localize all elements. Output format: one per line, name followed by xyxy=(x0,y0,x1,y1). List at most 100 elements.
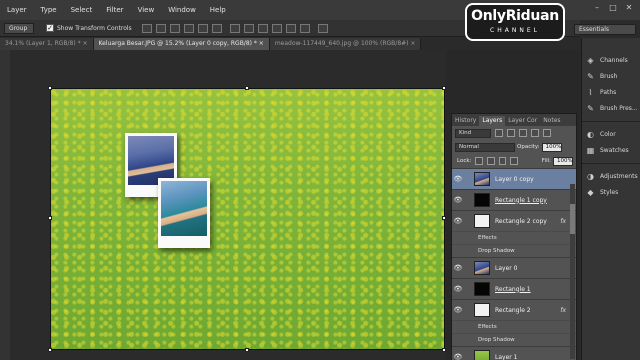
distribute-right-icon[interactable] xyxy=(299,23,310,33)
document-canvas[interactable] xyxy=(50,88,445,350)
opacity-input[interactable]: 100% xyxy=(541,142,562,152)
filter-type-icon[interactable] xyxy=(519,129,527,137)
tab-layers[interactable]: Layers xyxy=(479,116,506,126)
layer-name[interactable]: Layer 1 xyxy=(495,354,517,360)
menu-help[interactable]: Help xyxy=(203,0,233,20)
visibility-eye-icon[interactable]: 👁 xyxy=(452,353,464,360)
dock-paths[interactable]: ⌇ Paths xyxy=(582,84,640,100)
lock-transparent-icon[interactable] xyxy=(475,157,483,165)
layer-name[interactable]: Layer 0 copy xyxy=(495,176,534,183)
tab-document-active[interactable]: Keluarga Besar.JPG @ 15.2% (Layer 0 copy… xyxy=(93,38,270,50)
align-right-icon[interactable] xyxy=(211,23,222,33)
layer-thumbnail[interactable] xyxy=(474,261,490,275)
effects-group[interactable]: Effects xyxy=(452,231,576,244)
lock-position-icon[interactable] xyxy=(498,157,507,165)
align-left-icon[interactable] xyxy=(183,23,194,33)
menu-window[interactable]: Window xyxy=(161,0,203,20)
visibility-eye-icon[interactable]: 👁 xyxy=(452,196,464,204)
dock-color[interactable]: ◐ Color xyxy=(582,126,640,142)
close-icon[interactable]: ✕ xyxy=(622,2,636,14)
panel-dock: ◈ Channels ✎ Brush ⌇ Paths ✎ Brush Pres... ◐… xyxy=(581,38,640,360)
layer-row[interactable]: 👁 Layer 1 xyxy=(452,346,576,360)
transform-handle[interactable] xyxy=(245,348,249,352)
layer-row[interactable]: 👁 Rectangle 1 xyxy=(452,278,576,299)
auto-select-dropdown[interactable]: Group xyxy=(4,22,34,34)
tab-history[interactable]: History xyxy=(452,116,479,126)
distribute-middle-icon[interactable] xyxy=(243,23,254,33)
distribute-left-icon[interactable] xyxy=(271,23,282,33)
maximize-icon[interactable]: □ xyxy=(606,2,620,14)
dock-channels[interactable]: ◈ Channels xyxy=(582,52,640,68)
dock-label: Adjustments xyxy=(600,172,638,180)
layer-thumbnail[interactable] xyxy=(474,282,490,296)
layer-row[interactable]: 👁 Rectangle 2 fx xyxy=(452,299,576,320)
auto-align-icon[interactable] xyxy=(317,23,328,33)
layer-thumbnail[interactable] xyxy=(474,172,490,186)
align-middle-icon[interactable] xyxy=(155,23,166,33)
fill-input[interactable]: 100% xyxy=(552,156,573,166)
scrollbar-thumb[interactable] xyxy=(570,204,575,234)
distribute-bottom-icon[interactable] xyxy=(257,23,268,33)
align-bottom-icon[interactable] xyxy=(169,23,180,33)
transform-handle[interactable] xyxy=(48,86,52,90)
visibility-eye-icon[interactable]: 👁 xyxy=(452,306,464,314)
filter-kind-dropdown[interactable]: Kind xyxy=(455,128,491,138)
align-top-icon[interactable] xyxy=(141,23,152,33)
layer-name[interactable]: Rectangle 1 xyxy=(495,286,531,293)
photo-frame-front[interactable] xyxy=(158,178,210,248)
layers-scrollbar[interactable] xyxy=(570,184,575,359)
filter-smart-object-icon[interactable] xyxy=(543,129,551,137)
tab-notes[interactable]: Notes xyxy=(540,116,563,126)
layer-name[interactable]: Layer 0 xyxy=(495,265,517,272)
drop-shadow-effect[interactable]: Drop Shadow xyxy=(452,333,576,346)
lock-all-icon[interactable] xyxy=(510,157,518,165)
tab-document-3[interactable]: meadow-117449_640.jpg @ 100% (RGB/8#) × xyxy=(269,38,422,50)
dock-brush[interactable]: ✎ Brush xyxy=(582,68,640,84)
visibility-eye-icon[interactable]: 👁 xyxy=(452,264,464,272)
layer-thumbnail[interactable] xyxy=(474,193,490,207)
filter-adjustment-icon[interactable] xyxy=(507,129,515,137)
filter-pixel-icon[interactable] xyxy=(495,129,503,137)
filter-shape-icon[interactable] xyxy=(531,129,539,137)
dock-styles[interactable]: ◆ Styles xyxy=(582,184,640,200)
visibility-eye-icon[interactable]: 👁 xyxy=(452,217,464,225)
layer-effects-badge[interactable]: fx xyxy=(560,218,566,225)
layer-thumbnail[interactable] xyxy=(474,303,490,317)
menu-layer[interactable]: Layer xyxy=(0,0,34,20)
layer-name[interactable]: Rectangle 2 copy xyxy=(495,218,547,225)
layer-name[interactable]: Rectangle 2 xyxy=(495,307,531,314)
distribute-center-icon[interactable] xyxy=(285,23,296,33)
menu-select[interactable]: Select xyxy=(64,0,100,20)
dock-swatches[interactable]: ▦ Swatches xyxy=(582,142,640,158)
transform-handle[interactable] xyxy=(48,216,52,220)
visibility-eye-icon[interactable]: 👁 xyxy=(452,175,464,183)
align-center-icon[interactable] xyxy=(197,23,208,33)
dock-adjustments[interactable]: ◑ Adjustments xyxy=(582,168,640,184)
layer-effects-badge[interactable]: fx xyxy=(560,307,566,314)
menu-filter[interactable]: Filter xyxy=(99,0,130,20)
visibility-eye-icon[interactable]: 👁 xyxy=(452,285,464,293)
distribute-top-icon[interactable] xyxy=(229,23,240,33)
drop-shadow-effect[interactable]: Drop Shadow xyxy=(452,244,576,257)
layer-row[interactable]: 👁 Layer 0 copy xyxy=(452,168,576,189)
tab-layer-comps[interactable]: Layer Cor xyxy=(505,116,540,126)
dock-divider xyxy=(582,158,640,164)
dock-brush-presets[interactable]: ✎ Brush Pres... xyxy=(582,100,640,116)
transform-handle[interactable] xyxy=(48,348,52,352)
layer-thumbnail[interactable] xyxy=(474,214,490,228)
layer-row[interactable]: 👁 Rectangle 1 copy xyxy=(452,189,576,210)
layer-row[interactable]: 👁 Layer 0 xyxy=(452,257,576,278)
transform-handle[interactable] xyxy=(245,86,249,90)
tab-document-1[interactable]: 34.1% (Layer 1, RGB/8) * × xyxy=(0,38,94,50)
lock-image-icon[interactable] xyxy=(487,157,495,165)
blend-mode-dropdown[interactable]: Normal xyxy=(455,142,515,152)
layer-row[interactable]: 👁 Rectangle 2 copy fx xyxy=(452,210,576,231)
layer-name[interactable]: Rectangle 1 copy xyxy=(495,197,547,204)
layer-thumbnail[interactable] xyxy=(474,350,490,360)
menu-type[interactable]: Type xyxy=(34,0,64,20)
workspace-dropdown[interactable]: Essentials xyxy=(574,24,636,35)
menu-view[interactable]: View xyxy=(131,0,162,20)
minimize-icon[interactable]: – xyxy=(590,2,604,14)
effects-group[interactable]: Effects xyxy=(452,320,576,333)
transform-controls-checkbox[interactable]: ✓ xyxy=(46,24,54,32)
